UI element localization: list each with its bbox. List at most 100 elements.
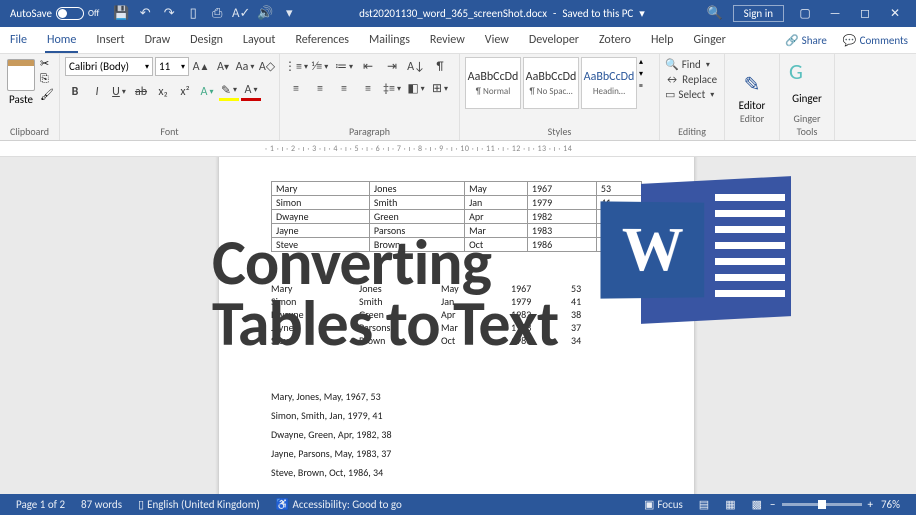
comma-separated-text[interactable]: Mary, Jones, May, 1967, 53 Simon, Smith,…	[271, 387, 642, 482]
styles-down-icon[interactable]: ▾	[639, 69, 651, 79]
view-read-icon[interactable]: ▦	[717, 498, 743, 511]
font-color-icon[interactable]: A▾	[241, 82, 261, 101]
font-name-select[interactable]: Calibri (Body)▾	[65, 57, 153, 76]
increase-indent-icon[interactable]: ⇥	[381, 57, 403, 76]
style-nospacing[interactable]: AaBbCcDd¶ No Spac…	[523, 57, 579, 109]
share-button[interactable]: 🔗 Share	[777, 34, 835, 47]
tab-view[interactable]: View	[475, 27, 519, 53]
table-row: DwayneGreenApr198238	[272, 210, 642, 224]
tab-draw[interactable]: Draw	[135, 27, 181, 53]
zoom-out-icon[interactable]: −	[770, 498, 775, 511]
multilevel-icon[interactable]: ≔▾	[333, 57, 355, 76]
styles-up-icon[interactable]: ▴	[639, 57, 651, 67]
word-count[interactable]: 87 words	[73, 498, 130, 511]
tab-ginger[interactable]: Ginger	[683, 27, 735, 53]
undo-icon[interactable]: ↶	[137, 6, 153, 22]
superscript-button[interactable]: x²	[175, 82, 195, 101]
borders-icon[interactable]: ⊞▾	[429, 79, 451, 98]
table-row: SimonSmithJan197941	[272, 196, 642, 210]
qat-dropdown-icon[interactable]: ▾	[281, 6, 297, 22]
ginger-icon[interactable]: G	[785, 60, 807, 82]
toggle-icon	[56, 7, 84, 20]
show-marks-icon[interactable]: ¶	[429, 57, 451, 76]
page-count[interactable]: Page 1 of 2	[8, 498, 73, 511]
tab-layout[interactable]: Layout	[233, 27, 286, 53]
paste-button[interactable]: Paste	[5, 57, 37, 106]
italic-button[interactable]: I	[87, 82, 107, 101]
decrease-indent-icon[interactable]: ⇤	[357, 57, 379, 76]
tab-developer[interactable]: Developer	[519, 27, 589, 53]
search-icon[interactable]: 🔍	[707, 6, 723, 22]
justify-icon[interactable]: ≡	[357, 79, 379, 98]
styles-more-icon[interactable]: ≡	[639, 81, 651, 91]
subscript-button[interactable]: x₂	[153, 82, 173, 101]
group-editor: ✎ Editor Editor	[725, 54, 780, 140]
tab-design[interactable]: Design	[180, 27, 233, 53]
font-size-select[interactable]: 11▾	[155, 57, 189, 76]
focus-mode-button[interactable]: ▣ Focus	[636, 498, 691, 511]
highlight-icon[interactable]: ✎▾	[219, 82, 239, 101]
sort-icon[interactable]: A↓	[405, 57, 427, 76]
comments-button[interactable]: 💬 Comments	[835, 34, 916, 47]
grow-font-icon[interactable]: A▲	[191, 57, 211, 76]
language-status[interactable]: ▯ English (United Kingdom)	[130, 498, 268, 511]
new-icon[interactable]: ▯	[185, 6, 201, 22]
select-button[interactable]: ▭ Select▾	[665, 87, 714, 102]
line-spacing-icon[interactable]: ‡≡▾	[381, 79, 403, 98]
replace-button[interactable]: ↔ Replace	[665, 72, 717, 87]
style-heading[interactable]: AaBbCcDdHeadin…	[581, 57, 637, 109]
align-left-icon[interactable]: ≡	[285, 79, 307, 98]
autosave-label: AutoSave	[10, 7, 52, 20]
tab-home[interactable]: Home	[37, 27, 86, 53]
autosave-toggle[interactable]: AutoSave Off	[6, 7, 103, 20]
bold-button[interactable]: B	[65, 82, 85, 101]
ribbon: Paste ✂ ⎘ 🖌 Clipboard Calibri (Body)▾ 11…	[0, 54, 916, 141]
bullets-icon[interactable]: ⋮≡▾	[285, 57, 307, 76]
editor-icon[interactable]: ✎	[741, 74, 763, 96]
minimize-icon[interactable]: —	[820, 0, 850, 27]
view-web-icon[interactable]: ▩	[744, 498, 770, 511]
clear-format-icon[interactable]: A◇	[257, 57, 277, 76]
group-font: Calibri (Body)▾ 11▾ A▲ A▾ Aa▾ A◇ B I U▾ …	[60, 54, 280, 140]
tab-file[interactable]: File	[0, 27, 37, 53]
style-normal[interactable]: AaBbCcDd¶ Normal	[465, 57, 521, 109]
zoom-level[interactable]: 76%	[873, 498, 908, 511]
readaloud-icon[interactable]: 🔊	[257, 6, 273, 22]
ribbon-tabs: File Home Insert Draw Design Layout Refe…	[0, 27, 916, 54]
view-print-icon[interactable]: ▤	[691, 498, 717, 511]
accessibility-status[interactable]: ♿ Accessibility: Good to go	[268, 498, 410, 511]
redo-icon[interactable]: ↷	[161, 6, 177, 22]
ribbon-display-icon[interactable]: ▢	[790, 0, 820, 27]
print-icon[interactable]: ⎙	[209, 6, 225, 22]
group-paragraph: ⋮≡▾ ⅟≡▾ ≔▾ ⇤ ⇥ A↓ ¶ ≡ ≡ ≡ ≡ ‡≡▾ ◧▾ ⊞▾ Pa…	[280, 54, 460, 140]
format-painter-icon[interactable]: 🖌	[40, 88, 54, 101]
find-button[interactable]: 🔍 Find▾	[665, 57, 710, 72]
shading-icon[interactable]: ◧▾	[405, 79, 427, 98]
status-bar: Page 1 of 2 87 words ▯ English (United K…	[0, 494, 916, 515]
maximize-icon[interactable]: ◻	[850, 0, 880, 27]
numbering-icon[interactable]: ⅟≡▾	[309, 57, 331, 76]
group-styles: AaBbCcDd¶ Normal AaBbCcDd¶ No Spac… AaBb…	[460, 54, 660, 140]
cut-icon[interactable]: ✂	[40, 57, 54, 70]
spell-icon[interactable]: A✓	[233, 6, 249, 22]
close-icon[interactable]: ✕	[880, 0, 910, 27]
change-case-icon[interactable]: Aa▾	[235, 57, 255, 76]
underline-button[interactable]: U▾	[109, 82, 129, 101]
tab-mailings[interactable]: Mailings	[359, 27, 420, 53]
overlay-title: Converting Tables to Text	[212, 233, 558, 355]
align-right-icon[interactable]: ≡	[333, 79, 355, 98]
zoom-slider[interactable]	[782, 503, 862, 506]
strike-button[interactable]: ab	[131, 82, 151, 101]
tab-references[interactable]: References	[285, 27, 359, 53]
shrink-font-icon[interactable]: A▾	[213, 57, 233, 76]
align-center-icon[interactable]: ≡	[309, 79, 331, 98]
tab-review[interactable]: Review	[420, 27, 475, 53]
text-effects-icon[interactable]: A▾	[197, 82, 217, 101]
tab-zotero[interactable]: Zotero	[589, 27, 641, 53]
ruler[interactable]: · 1 · ı · 2 · ı · 3 · ı · 4 · ı · 5 · ı …	[0, 141, 916, 157]
sign-in-button[interactable]: Sign in	[733, 5, 784, 22]
tab-help[interactable]: Help	[641, 27, 684, 53]
tab-insert[interactable]: Insert	[86, 27, 134, 53]
save-icon[interactable]: 💾	[113, 6, 129, 22]
copy-icon[interactable]: ⎘	[40, 72, 54, 86]
